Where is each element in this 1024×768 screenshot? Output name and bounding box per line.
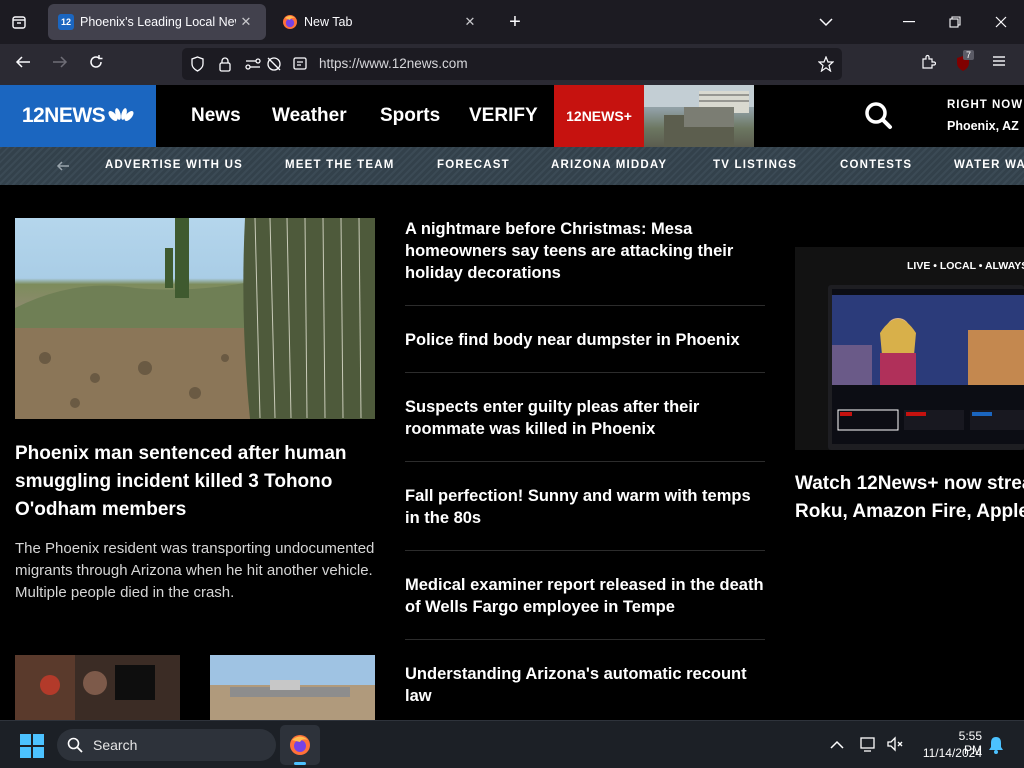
browser-tab-bar: 12 Phoenix's Leading Local News: ✕ New T… [0, 0, 1024, 44]
firefox-favicon-icon [282, 14, 298, 30]
tab-overview-icon[interactable] [8, 12, 30, 32]
promo-tagline: LIVE • LOCAL • ALWAYS [907, 260, 1024, 272]
tab-new-tab[interactable]: New Tab ✕ [272, 4, 490, 40]
promo-title-text: Watch 12News+ now streaming on Roku, Ama… [795, 473, 1024, 522]
streaming-promo-image[interactable]: LIVE • LOCAL • ALWAYS [795, 247, 1024, 450]
network-icon[interactable] [860, 735, 878, 758]
headline-item[interactable]: Police find body near dumpster in Phoeni… [405, 329, 765, 351]
subnav-contests[interactable]: CONTESTS [840, 159, 912, 171]
headline-item[interactable]: Fall perfection! Sunny and warm with tem… [405, 485, 765, 529]
permissions-icon[interactable] [244, 56, 262, 77]
search-label: Search [93, 737, 138, 753]
tab-title: New Tab [304, 15, 353, 29]
tab-12news[interactable]: 12 Phoenix's Leading Local News: ✕ [48, 4, 266, 40]
divider [405, 550, 765, 551]
nav-weather[interactable]: Weather [272, 105, 347, 127]
tab-title: Phoenix's Leading Local News: [80, 15, 236, 29]
search-icon[interactable] [862, 99, 894, 131]
headline-item[interactable]: Medical examiner report released in the … [405, 574, 765, 618]
reader-view-icon[interactable] [292, 56, 308, 77]
12news-favicon-icon: 12 [58, 14, 74, 30]
new-tab-button[interactable]: + [504, 11, 526, 33]
subnav-tv-listings[interactable]: TV LISTINGS [713, 159, 797, 171]
divider [405, 461, 765, 462]
headline-item[interactable]: Suspects enter guilty pleas after their … [405, 396, 765, 440]
tracking-protection-shield-icon[interactable] [190, 56, 205, 77]
autoplay-blocked-icon[interactable] [266, 56, 282, 77]
windows-start-icon[interactable] [20, 734, 44, 763]
peacock-icon [108, 108, 134, 121]
plus-promo-image[interactable] [644, 85, 754, 147]
lock-icon[interactable] [218, 56, 232, 77]
site-header: 12NEWS News Weather Sports VERIFY 12NEWS… [0, 85, 1024, 147]
reload-icon[interactable] [88, 54, 104, 74]
restore-button[interactable] [944, 12, 966, 32]
nav-verify[interactable]: VERIFY [469, 105, 538, 127]
hamburger-menu-icon[interactable] [992, 54, 1006, 72]
url-text[interactable]: https://www.12news.com [319, 56, 468, 71]
headline-item[interactable]: Understanding Arizona's automatic recoun… [405, 663, 765, 707]
right-now-location[interactable]: Phoenix, AZ [947, 119, 1019, 133]
extension-badge: 7 [963, 50, 975, 60]
taskbar-date[interactable]: 11/14/2024 [918, 746, 982, 760]
subnav-water-wars[interactable]: WATER WA [954, 159, 1024, 171]
logo-text: 12NEWS [21, 104, 106, 127]
list-tabs-chevron-icon[interactable] [815, 12, 837, 32]
ublock-extension-icon[interactable]: 7 [955, 50, 975, 76]
divider [405, 372, 765, 373]
12news-plus-tile[interactable]: 12NEWS+ [554, 85, 644, 147]
lead-story-image[interactable] [15, 218, 375, 419]
extensions-puzzle-icon[interactable] [920, 54, 937, 74]
search-icon [67, 737, 83, 758]
right-now-label: RIGHT NOW [947, 99, 1024, 111]
plus-label: 12NEWS+ [566, 108, 632, 124]
subnav-meet-the-team[interactable]: MEET THE TEAM [285, 159, 395, 171]
minimize-button[interactable] [898, 12, 920, 32]
taskbar-search-box[interactable]: Search [57, 729, 276, 761]
subnav-advertise[interactable]: ADVERTISE WITH US [105, 159, 243, 171]
close-window-button[interactable] [990, 12, 1012, 32]
close-tab-icon[interactable]: ✕ [236, 14, 256, 30]
subnav-arizona-midday[interactable]: ARIZONA MIDDAY [551, 159, 667, 171]
lead-story-description: The Phoenix resident was transporting un… [15, 540, 375, 601]
back-arrow-icon[interactable] [15, 54, 31, 74]
volume-muted-icon[interactable] [886, 735, 904, 758]
sub-navigation: ADVERTISE WITH US MEET THE TEAM FORECAST… [0, 147, 1024, 185]
nav-news[interactable]: News [191, 105, 241, 127]
firefox-taskbar-button[interactable] [280, 725, 320, 765]
scroll-left-arrow-icon[interactable] [56, 159, 70, 177]
story-thumbnail[interactable] [210, 655, 375, 720]
lead-story-title[interactable]: Phoenix man sentenced after human smuggl… [15, 440, 375, 524]
active-app-indicator [294, 762, 306, 765]
windows-taskbar: Search 5:55 PM 11/14/2024 [0, 720, 1024, 768]
forward-arrow-icon[interactable] [52, 54, 68, 74]
firefox-icon [290, 735, 310, 755]
bookmark-star-icon[interactable] [817, 55, 835, 77]
divider [405, 639, 765, 640]
story-thumbnail[interactable] [15, 655, 180, 720]
nav-sports[interactable]: Sports [380, 105, 440, 127]
address-bar[interactable]: https://www.12news.com [182, 48, 842, 80]
subnav-forecast[interactable]: FORECAST [437, 159, 510, 171]
browser-nav-bar: https://www.12news.com 7 [0, 44, 1024, 85]
streaming-promo-title[interactable]: Watch 12News+ now streaming on Roku, Ama… [795, 470, 1024, 526]
divider [405, 305, 765, 306]
show-hidden-icons-chevron-icon[interactable] [830, 737, 844, 755]
site-logo[interactable]: 12NEWS [0, 85, 156, 147]
headline-item[interactable]: A nightmare before Christmas: Mesa homeo… [405, 218, 765, 284]
close-tab-icon[interactable]: ✕ [460, 14, 480, 30]
notification-bell-icon[interactable] [988, 736, 1004, 759]
